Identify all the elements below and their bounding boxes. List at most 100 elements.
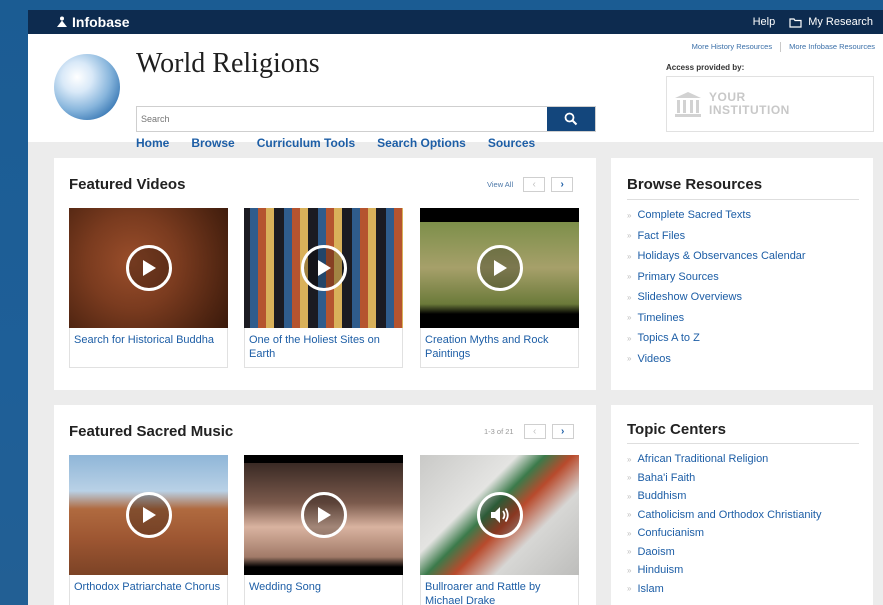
video-thumbnail bbox=[420, 208, 579, 328]
browse-item[interactable]: » Holidays & Observances Calendar bbox=[627, 246, 806, 267]
music-thumbnail bbox=[69, 455, 228, 575]
institution-line-2: INSTITUTION bbox=[709, 103, 790, 117]
browse-item-label: Timelines bbox=[637, 311, 685, 324]
pager-count: 1-3 of 21 bbox=[484, 427, 514, 436]
video-caption[interactable]: Search for Historical Buddha bbox=[69, 328, 228, 368]
video-caption[interactable]: One of the Holiest Sites on Earth bbox=[244, 328, 403, 368]
topic-centers-panel: Topic Centers » African Traditional Relig… bbox=[611, 405, 873, 605]
browse-item-label: Slideshow Overviews bbox=[637, 291, 742, 304]
video-thumbnail bbox=[244, 208, 403, 328]
topic-item[interactable]: » Daoism bbox=[627, 543, 821, 562]
topic-item-label: Catholicism and Orthodox Christianity bbox=[637, 508, 822, 521]
institution-logo: YOUR INSTITUTION bbox=[666, 76, 874, 132]
browse-item[interactable]: » Topics A to Z bbox=[627, 328, 806, 349]
browse-item[interactable]: » Fact Files bbox=[627, 226, 806, 247]
more-resources-links: More History Resources More Infobase Res… bbox=[692, 42, 875, 52]
next-button[interactable]: › bbox=[551, 177, 574, 192]
my-research-link[interactable]: My Research bbox=[789, 16, 873, 28]
prev-button[interactable]: ‹ bbox=[523, 177, 546, 192]
speaker-icon bbox=[476, 492, 523, 538]
topic-centers-title: Topic Centers bbox=[627, 421, 726, 438]
topic-item[interactable]: » Confucianism bbox=[627, 524, 821, 543]
featured-videos-panel: Featured Videos View All ‹ › Search for … bbox=[54, 158, 596, 390]
globe-image bbox=[54, 54, 120, 120]
browse-item[interactable]: » Primary Sources bbox=[627, 267, 806, 288]
topic-item-label: Confucianism bbox=[637, 527, 705, 540]
divider bbox=[780, 42, 782, 52]
featured-videos-title: Featured Videos bbox=[69, 176, 186, 193]
topic-item-label: Hinduism bbox=[637, 564, 684, 577]
next-button[interactable]: › bbox=[551, 424, 574, 439]
play-icon bbox=[300, 492, 347, 538]
nav-search-options[interactable]: Search Options bbox=[377, 136, 466, 150]
logo-text: Infobase bbox=[72, 14, 130, 30]
prev-button[interactable]: ‹ bbox=[523, 424, 546, 439]
nav-browse[interactable]: Browse bbox=[191, 136, 234, 150]
browse-item-label: Complete Sacred Texts bbox=[637, 209, 751, 222]
search-input[interactable] bbox=[137, 107, 547, 131]
help-link[interactable]: Help bbox=[753, 16, 776, 28]
institution-icon bbox=[675, 92, 701, 117]
access-label: Access provided by: bbox=[666, 63, 745, 72]
nav-curriculum-tools[interactable]: Curriculum Tools bbox=[257, 136, 355, 150]
person-triangle-icon bbox=[57, 16, 67, 27]
topic-item[interactable]: » Buddhism bbox=[627, 487, 821, 506]
browse-resources-panel: Browse Resources » Complete Sacred Texts … bbox=[611, 158, 873, 390]
browse-item-label: Videos bbox=[637, 352, 671, 365]
nav-home[interactable]: Home bbox=[136, 136, 169, 150]
music-caption[interactable]: Orthodox Patriarchate Chorus bbox=[69, 575, 228, 605]
topic-item-label: Daoism bbox=[637, 545, 675, 558]
my-research-label: My Research bbox=[808, 16, 873, 28]
video-card[interactable]: Search for Historical Buddha bbox=[69, 208, 228, 368]
browse-item-label: Topics A to Z bbox=[637, 332, 700, 345]
topic-item-label: Baha'i Faith bbox=[637, 471, 696, 484]
browse-item[interactable]: » Complete Sacred Texts bbox=[627, 205, 806, 226]
main-nav: Home Browse Curriculum Tools Search Opti… bbox=[136, 136, 535, 150]
music-card[interactable]: Wedding Song bbox=[244, 455, 403, 605]
search-bar bbox=[136, 106, 596, 132]
browse-item[interactable]: » Slideshow Overviews bbox=[627, 287, 806, 308]
music-card[interactable]: Bullroarer and Rattle by Michael Drake bbox=[420, 455, 579, 605]
video-card[interactable]: One of the Holiest Sites on Earth bbox=[244, 208, 403, 368]
music-thumbnail bbox=[420, 455, 579, 575]
video-card[interactable]: Creation Myths and Rock Paintings bbox=[420, 208, 579, 368]
featured-music-panel: Featured Sacred Music 1-3 of 21 ‹ › Orth… bbox=[54, 405, 596, 605]
play-icon bbox=[476, 245, 523, 291]
video-thumbnail bbox=[69, 208, 228, 328]
search-icon bbox=[564, 112, 578, 126]
divider bbox=[627, 199, 859, 200]
topic-item-label: Buddhism bbox=[637, 490, 687, 503]
music-caption[interactable]: Wedding Song bbox=[244, 575, 403, 605]
topic-item[interactable]: » Catholicism and Orthodox Christianity bbox=[627, 506, 821, 525]
view-all-link[interactable]: View All bbox=[487, 180, 513, 189]
folder-icon bbox=[789, 17, 802, 28]
music-card[interactable]: Orthodox Patriarchate Chorus bbox=[69, 455, 228, 605]
divider bbox=[627, 443, 859, 444]
topic-item[interactable]: » Hinduism bbox=[627, 561, 821, 580]
play-icon bbox=[125, 492, 172, 538]
nav-sources[interactable]: Sources bbox=[488, 136, 535, 150]
video-caption[interactable]: Creation Myths and Rock Paintings bbox=[420, 328, 579, 368]
page-title: World Religions bbox=[136, 48, 320, 79]
search-button[interactable] bbox=[547, 107, 595, 131]
music-thumbnail bbox=[244, 455, 403, 575]
topic-item-label: Islam bbox=[637, 582, 664, 595]
browse-item[interactable]: » Videos bbox=[627, 349, 806, 370]
more-infobase-link[interactable]: More Infobase Resources bbox=[789, 42, 875, 52]
music-caption[interactable]: Bullroarer and Rattle by Michael Drake bbox=[420, 575, 579, 605]
top-bar: Infobase Help My Research bbox=[28, 10, 883, 34]
browse-resources-title: Browse Resources bbox=[627, 176, 763, 193]
topic-item[interactable]: » African Traditional Religion bbox=[627, 450, 821, 469]
topic-item[interactable]: » Islam bbox=[627, 580, 821, 599]
infobase-logo[interactable]: Infobase bbox=[56, 14, 130, 30]
browser-page: Infobase Help My Research World Religion… bbox=[28, 10, 883, 605]
browse-item-label: Fact Files bbox=[637, 229, 686, 242]
play-icon bbox=[125, 245, 172, 291]
topic-item[interactable]: » Baha'i Faith bbox=[627, 469, 821, 488]
topic-item-label: African Traditional Religion bbox=[637, 453, 769, 466]
play-icon bbox=[300, 245, 347, 291]
browse-item-label: Primary Sources bbox=[637, 270, 719, 283]
site-header: World Religions Home Browse Curriculum T… bbox=[28, 34, 883, 150]
more-history-link[interactable]: More History Resources bbox=[692, 42, 772, 52]
browse-item[interactable]: » Timelines bbox=[627, 308, 806, 329]
